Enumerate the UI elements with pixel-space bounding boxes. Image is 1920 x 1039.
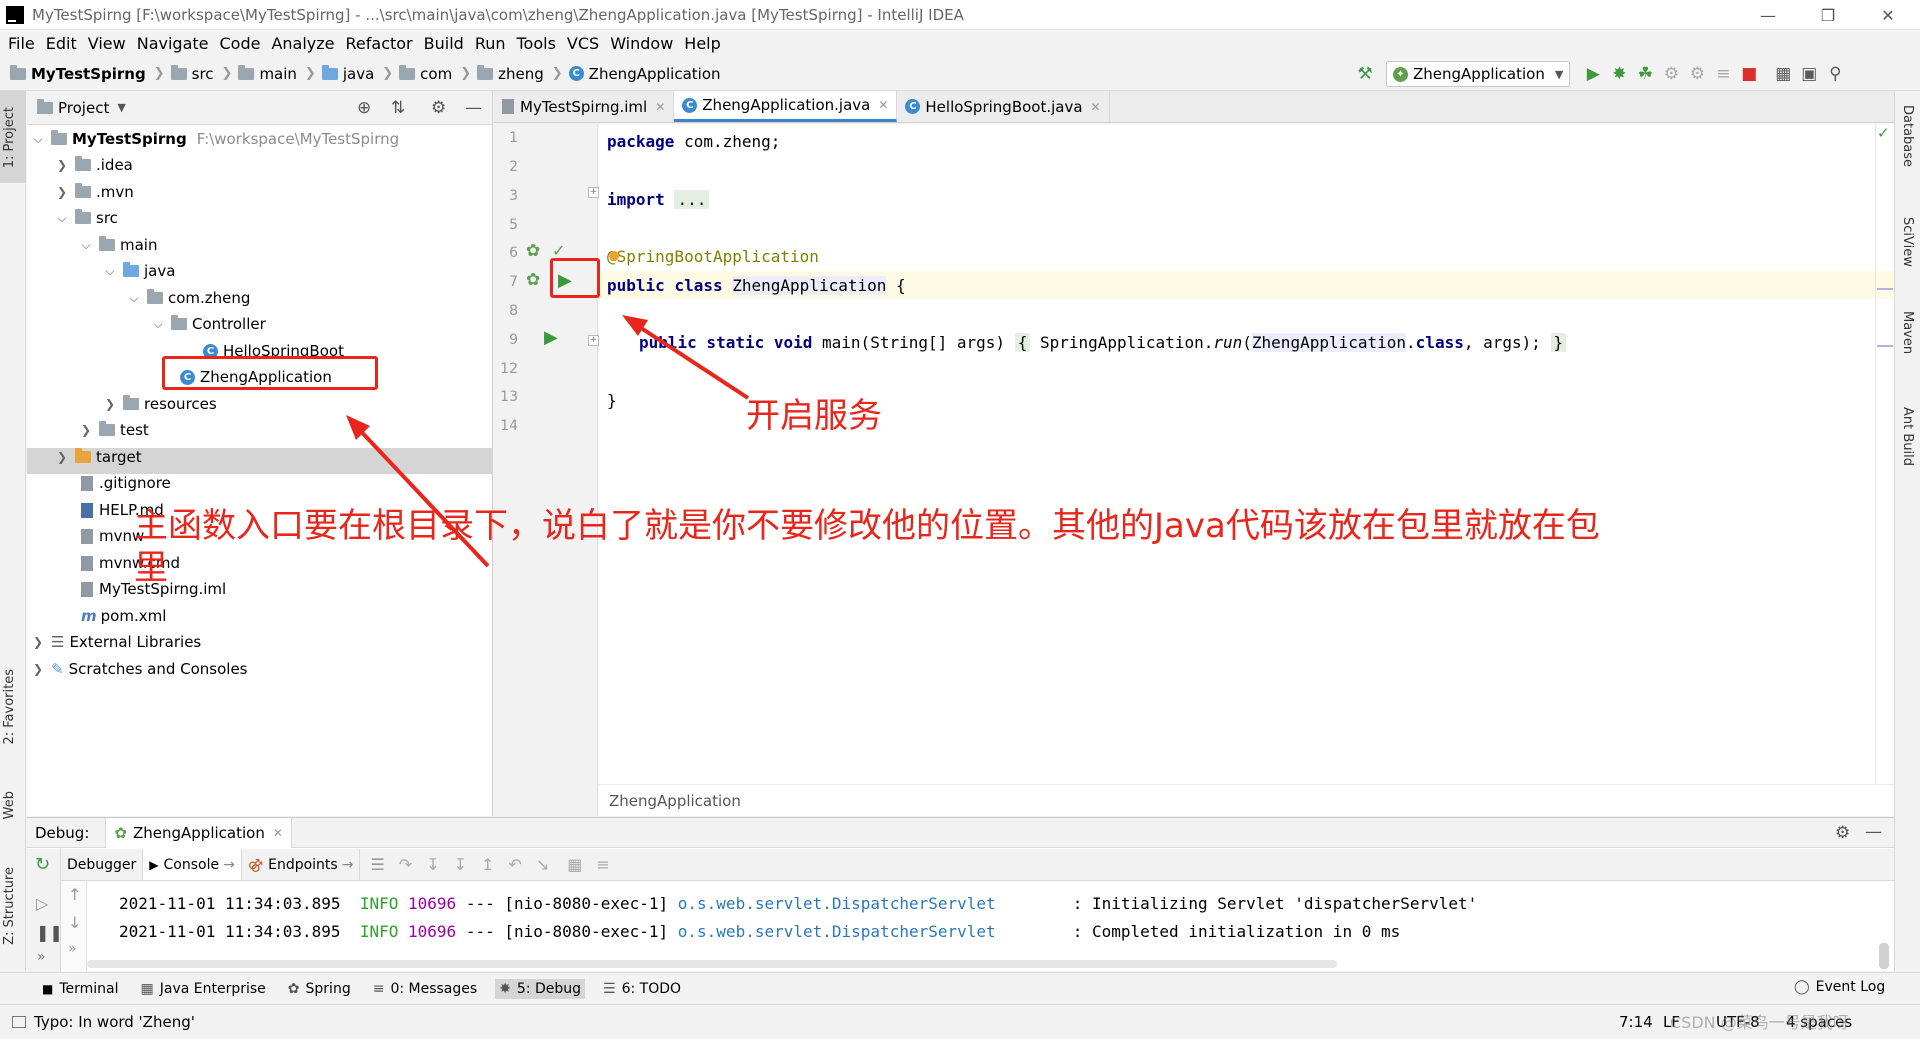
annotation-start-service: 开启服务 [746,396,882,436]
arrow-to-run-button [622,315,750,400]
annotation-main-note-line2: 里 [134,548,168,588]
csdn-watermark: CSDN @菜鸟一号是我呀 [1670,1013,1849,1032]
annotation-main-note: 主函数入口要在根目录下，说白了就是你不要修改他的位置。其他的Java代码该放在包… [134,506,1600,546]
